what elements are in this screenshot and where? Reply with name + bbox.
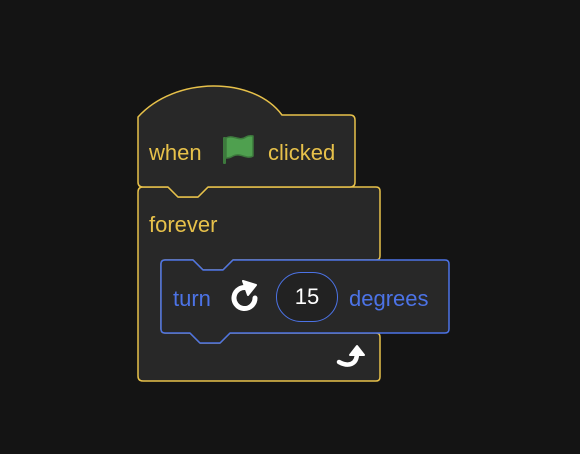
forever-label: forever [149, 212, 218, 237]
blocks-drawing [137, 85, 450, 382]
when-label: when [149, 140, 202, 165]
degrees-label: degrees [349, 286, 429, 311]
workspace-canvas[interactable]: when clicked forever turn 15 degrees [0, 0, 580, 454]
clicked-label: clicked [268, 140, 336, 165]
degrees-input[interactable]: 15 [276, 272, 338, 322]
turn-label: turn [173, 286, 211, 311]
